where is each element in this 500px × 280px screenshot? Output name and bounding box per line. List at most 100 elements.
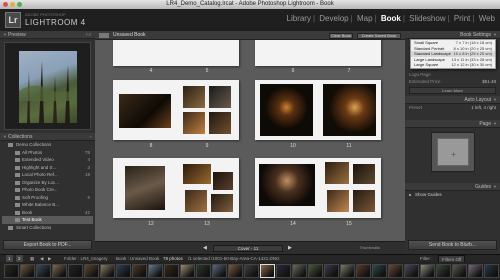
preview-panel-header[interactable]: ▼ Preview FIT [0, 31, 95, 39]
close-icon[interactable] [3, 2, 8, 7]
export-book-pdf-button[interactable]: Export Book to PDF... [3, 240, 92, 250]
clear-book-button[interactable]: Clear Book [329, 32, 353, 39]
module-print[interactable]: Print [454, 14, 470, 23]
filmstrip-thumbnail[interactable] [4, 264, 19, 278]
disclosure-triangle-icon[interactable]: ▼ [3, 31, 7, 39]
auto-layout-header[interactable]: Auto Layout ▼ [405, 96, 500, 104]
filmstrip-thumbnail[interactable] [180, 264, 195, 278]
book-size-dropdown[interactable]: Small Square 7 x 7 in (18 x 18 cm) Standa… [410, 39, 496, 69]
module-library[interactable]: Library [287, 14, 311, 23]
filmstrip[interactable] [0, 262, 500, 280]
page-photo[interactable] [213, 172, 233, 190]
page-photo[interactable] [259, 164, 315, 206]
filmstrip-thumbnail[interactable] [484, 264, 499, 278]
filmstrip-thumbnail[interactable] [356, 264, 371, 278]
preset-row[interactable]: Preset 1 left, 4 right [405, 104, 500, 111]
collection-item[interactable]: All Photos 78 [2, 149, 93, 157]
book-spread[interactable] [113, 40, 239, 66]
filmstrip-thumbnail[interactable] [52, 264, 67, 278]
book-source[interactable]: Book : Unsaved Book [116, 255, 159, 262]
nav-back-icon[interactable]: ◀ [40, 255, 43, 262]
filmstrip-thumbnail[interactable] [404, 264, 419, 278]
page-panel-header[interactable]: Page ▼ [405, 120, 500, 128]
module-slideshow[interactable]: Slideshow [409, 14, 445, 23]
filmstrip-thumbnail[interactable] [292, 264, 307, 278]
page-navigator[interactable]: Cover - 11 [213, 245, 283, 252]
filmstrip-thumbnail[interactable] [68, 264, 83, 278]
filmstrip-thumbnail[interactable] [244, 264, 259, 278]
collection-item-selected[interactable]: Test Book [2, 216, 93, 224]
guides-panel-header[interactable]: Guides ▼ [405, 183, 500, 191]
show-guides-checkbox[interactable]: Show Guides [405, 191, 500, 198]
nav-forward-icon[interactable]: ▶ [48, 255, 51, 262]
filmstrip-thumbnail[interactable] [340, 264, 355, 278]
filmstrip-thumbnail[interactable] [228, 264, 243, 278]
filmstrip-thumbnail[interactable] [212, 264, 227, 278]
page-photo[interactable] [323, 84, 376, 136]
filmstrip-thumbnail[interactable] [20, 264, 35, 278]
page-photo[interactable] [209, 86, 231, 108]
module-map[interactable]: Map [357, 14, 373, 23]
disclosure-triangle-icon[interactable]: ▼ [493, 183, 497, 191]
page-photo[interactable] [209, 112, 231, 134]
preview-zoom-label[interactable]: FIT [86, 31, 92, 39]
page-photo[interactable] [353, 190, 375, 212]
disclosure-triangle-icon[interactable]: ▼ [493, 120, 497, 128]
filmstrip-thumbnail[interactable] [148, 264, 163, 278]
zoom-icon[interactable] [17, 2, 22, 7]
page-photo[interactable] [211, 194, 233, 212]
page-photo[interactable] [327, 190, 349, 212]
filmstrip-thumbnail[interactable] [196, 264, 211, 278]
nav-left-icon[interactable]: ◀ [203, 245, 207, 251]
nav-right-icon[interactable]: ▶ [288, 245, 292, 251]
page-photo[interactable] [260, 84, 313, 136]
collection-item[interactable]: Soft Proofing 5 [2, 194, 93, 202]
filmstrip-thumbnail[interactable] [388, 264, 403, 278]
filmstrip-thumbnail[interactable] [452, 264, 467, 278]
checkbox-icon[interactable] [408, 192, 412, 197]
collection-set[interactable]: Demo Collections [2, 141, 93, 149]
folder-source[interactable]: Folder : LR4_Imagery [64, 255, 108, 262]
filmstrip-thumbnail[interactable] [324, 264, 339, 278]
add-collection-icon[interactable]: + [90, 133, 92, 141]
book-spread[interactable] [255, 40, 381, 66]
module-web[interactable]: Web [479, 14, 495, 23]
collection-item[interactable]: Extended Video 4 [2, 156, 93, 164]
filmstrip-thumbnail[interactable] [372, 264, 387, 278]
filmstrip-thumbnail[interactable] [260, 264, 275, 278]
learn-more-button[interactable]: Learn More [409, 87, 496, 94]
collection-item[interactable]: Highlight and S... 3 [2, 164, 93, 172]
create-saved-book-button[interactable]: Create Saved Book [357, 32, 401, 39]
collections-panel-header[interactable]: ▼ Collections + [0, 133, 95, 141]
minimize-icon[interactable] [10, 2, 15, 7]
disclosure-triangle-icon[interactable]: ▼ [493, 96, 497, 104]
collection-item[interactable]: Local Photo Ref... 19 [2, 171, 93, 179]
grid-icon[interactable]: ▦ [30, 255, 34, 262]
book-spread[interactable] [255, 80, 381, 140]
module-develop[interactable]: Develop [319, 14, 348, 23]
filmstrip-thumbnail[interactable] [36, 264, 51, 278]
page-photo[interactable] [325, 162, 349, 184]
book-spread[interactable] [113, 80, 239, 140]
collection-set[interactable]: Smart Collections [2, 224, 93, 232]
book-settings-header[interactable]: Book Settings ▼ [405, 31, 500, 39]
collection-item[interactable]: Photo Book Cre... [2, 186, 93, 194]
disclosure-triangle-icon[interactable]: ▼ [3, 133, 7, 141]
page-photo[interactable] [125, 166, 165, 210]
module-book[interactable]: Book [381, 14, 401, 23]
filmstrip-thumbnail[interactable] [308, 264, 323, 278]
book-spread[interactable] [113, 158, 239, 218]
send-book-to-blurb-button[interactable]: Send Book to Blurb... [408, 240, 497, 250]
page-photo[interactable] [353, 164, 375, 184]
disclosure-triangle-icon[interactable]: ▼ [493, 31, 497, 39]
collection-item[interactable]: White Balance B... [2, 201, 93, 209]
filmstrip-thumbnail[interactable] [132, 264, 147, 278]
size-option[interactable]: Large Square 12 x 12 in (30 x 30 cm) [411, 62, 495, 68]
filmstrip-thumbnail[interactable] [84, 264, 99, 278]
page-template-preview[interactable]: + [430, 132, 475, 172]
preset-value[interactable]: 1 left, 4 right [471, 104, 496, 111]
book-spread[interactable] [255, 158, 381, 218]
filmstrip-thumbnail[interactable] [276, 264, 291, 278]
collection-item[interactable]: Organize By Loc... [2, 179, 93, 187]
filmstrip-thumbnail[interactable] [468, 264, 483, 278]
